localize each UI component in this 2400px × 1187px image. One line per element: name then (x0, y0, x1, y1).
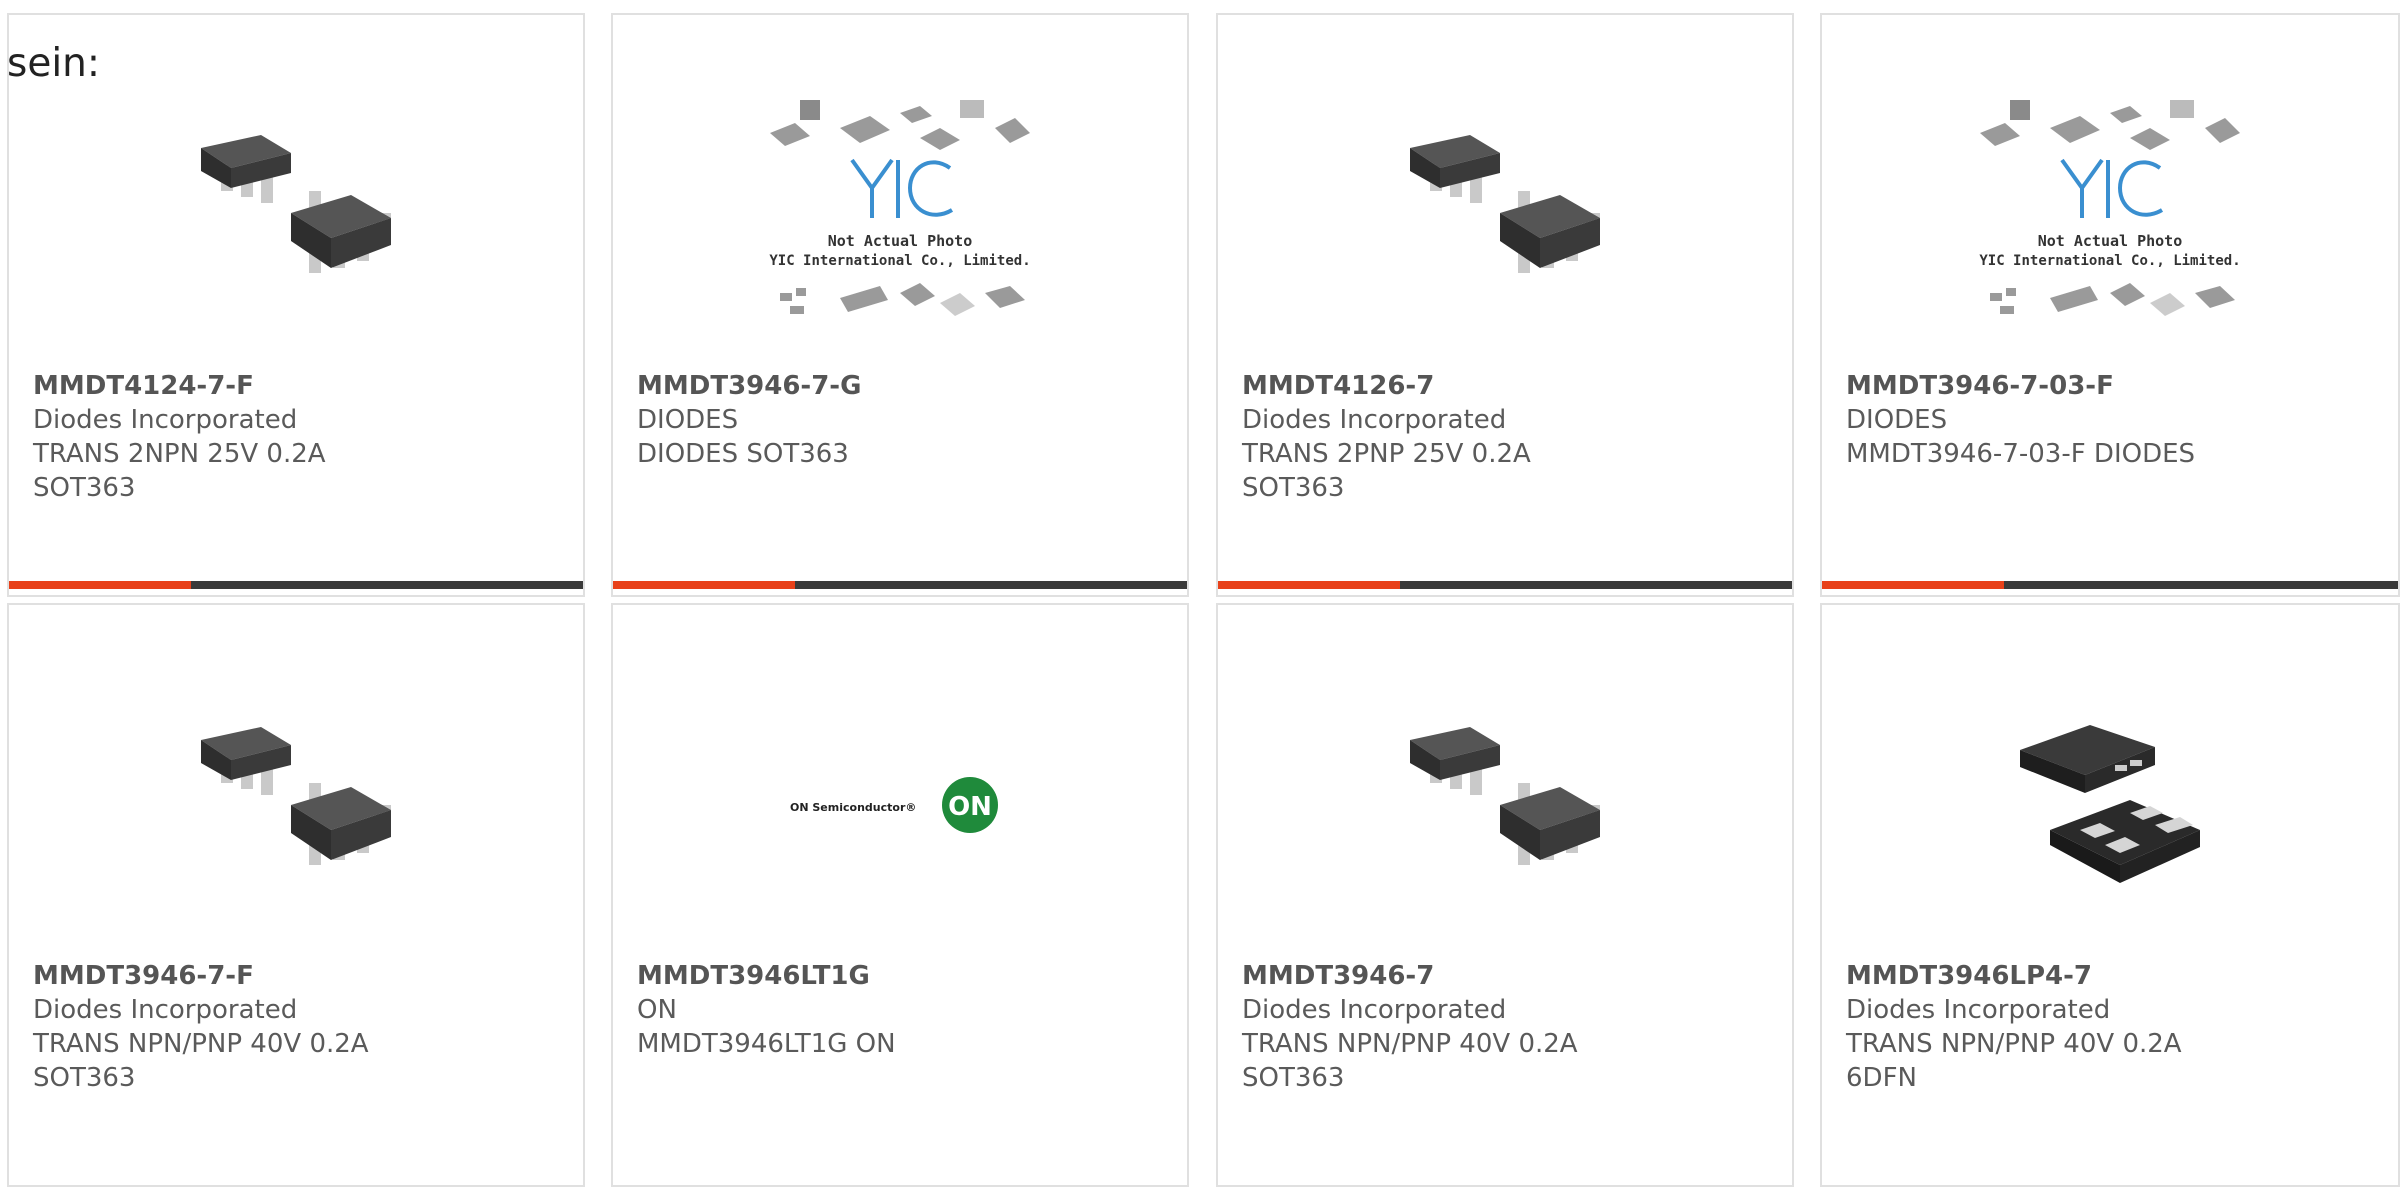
placeholder-line-2: YIC International Co., Limited. (1979, 253, 2240, 269)
part-number[interactable]: MMDT3946-7-F (33, 959, 393, 993)
description: TRANS 2NPN 25V 0.2A SOT363 (33, 439, 326, 503)
description: DIODES SOT363 (637, 439, 849, 469)
manufacturer: Diodes Incorporated (1242, 405, 1507, 435)
card-bar (613, 581, 1187, 589)
on-semi-logo-icon: ON Semiconductor® ON (790, 777, 998, 833)
manufacturer: Diodes Incorporated (33, 405, 298, 435)
yic-placeholder-icon: Not Actual Photo YIC International Co., … (769, 100, 1031, 316)
on-semi-logo-text: ON Semiconductor® (790, 801, 916, 814)
manufacturer: ON (637, 995, 677, 1025)
product-image[interactable] (1218, 665, 1792, 945)
placeholder-line-1: Not Actual Photo (2038, 232, 2183, 250)
product-image[interactable] (1218, 73, 1792, 353)
part-number[interactable]: MMDT4126-7 (1242, 369, 1602, 403)
description: TRANS NPN/PNP 40V 0.2A SOT363 (1242, 1029, 1578, 1093)
product-card[interactable]: MMDT3946-7-F Diodes Incorporated TRANS N… (7, 603, 585, 1187)
card-bar (9, 581, 583, 589)
product-card[interactable]: Not Actual Photo YIC International Co., … (611, 13, 1189, 597)
product-card[interactable]: MMDT3946-7 Diodes Incorporated TRANS NPN… (1216, 603, 1794, 1187)
part-number[interactable]: MMDT3946LT1G (637, 959, 997, 993)
part-number[interactable]: MMDT3946-7 (1242, 959, 1602, 993)
card-bar (1218, 581, 1792, 589)
placeholder-line-2: YIC International Co., Limited. (769, 253, 1030, 269)
manufacturer: DIODES (637, 405, 739, 435)
card-bar-accent (9, 581, 191, 589)
product-image[interactable]: Not Actual Photo YIC International Co., … (1822, 73, 2398, 353)
description: TRANS 2PNP 25V 0.2A SOT363 (1242, 439, 1531, 503)
card-bar-accent (613, 581, 795, 589)
product-image[interactable] (9, 665, 583, 945)
product-card[interactable]: MMDT4126-7 Diodes Incorporated TRANS 2PN… (1216, 13, 1794, 597)
description: TRANS NPN/PNP 40V 0.2A 6DFN (1846, 1029, 2182, 1093)
card-bar-accent (1218, 581, 1400, 589)
lead-text: sein: (7, 41, 101, 86)
part-number[interactable]: MMDT3946-7-G (637, 369, 997, 403)
sot363-package-icon (201, 135, 391, 273)
product-image[interactable]: Not Actual Photo YIC International Co., … (613, 73, 1187, 353)
product-card[interactable]: MMDT4124-7-F Diodes Incorporated TRANS 2… (7, 13, 585, 597)
product-card[interactable]: MMDT3946LP4-7 Diodes Incorporated TRANS … (1820, 603, 2400, 1187)
description: MMDT3946-7-03-F DIODES (1846, 439, 2196, 469)
description: MMDT3946LT1G ON (637, 1029, 896, 1059)
product-image[interactable] (9, 73, 583, 353)
product-image[interactable]: ON Semiconductor® ON (613, 665, 1187, 945)
part-number[interactable]: MMDT3946-7-03-F (1846, 369, 2206, 403)
manufacturer: Diodes Incorporated (33, 995, 298, 1025)
manufacturer: Diodes Incorporated (1242, 995, 1507, 1025)
product-card[interactable]: ON Semiconductor® ON MMDT3946LT1G ON MMD… (611, 603, 1189, 1187)
part-number[interactable]: MMDT4124-7-F (33, 369, 393, 403)
manufacturer: DIODES (1846, 405, 1948, 435)
part-number[interactable]: MMDT3946LP4-7 (1846, 959, 2206, 993)
description: TRANS NPN/PNP 40V 0.2A SOT363 (33, 1029, 369, 1093)
yic-placeholder-icon: Not Actual Photo YIC International Co., … (1979, 100, 2241, 316)
product-card[interactable]: Not Actual Photo YIC International Co., … (1820, 13, 2400, 597)
sot363-package-icon (1410, 135, 1600, 273)
placeholder-line-1: Not Actual Photo (828, 232, 973, 250)
sot363-package-icon (201, 727, 391, 865)
manufacturer: Diodes Incorporated (1846, 995, 2111, 1025)
card-bar-accent (1822, 581, 2004, 589)
product-image[interactable] (1822, 665, 2398, 945)
card-bar (1822, 581, 2398, 589)
on-badge-text: ON (948, 792, 992, 822)
dfn-package-icon (2020, 725, 2200, 883)
sot363-package-icon (1410, 727, 1600, 865)
